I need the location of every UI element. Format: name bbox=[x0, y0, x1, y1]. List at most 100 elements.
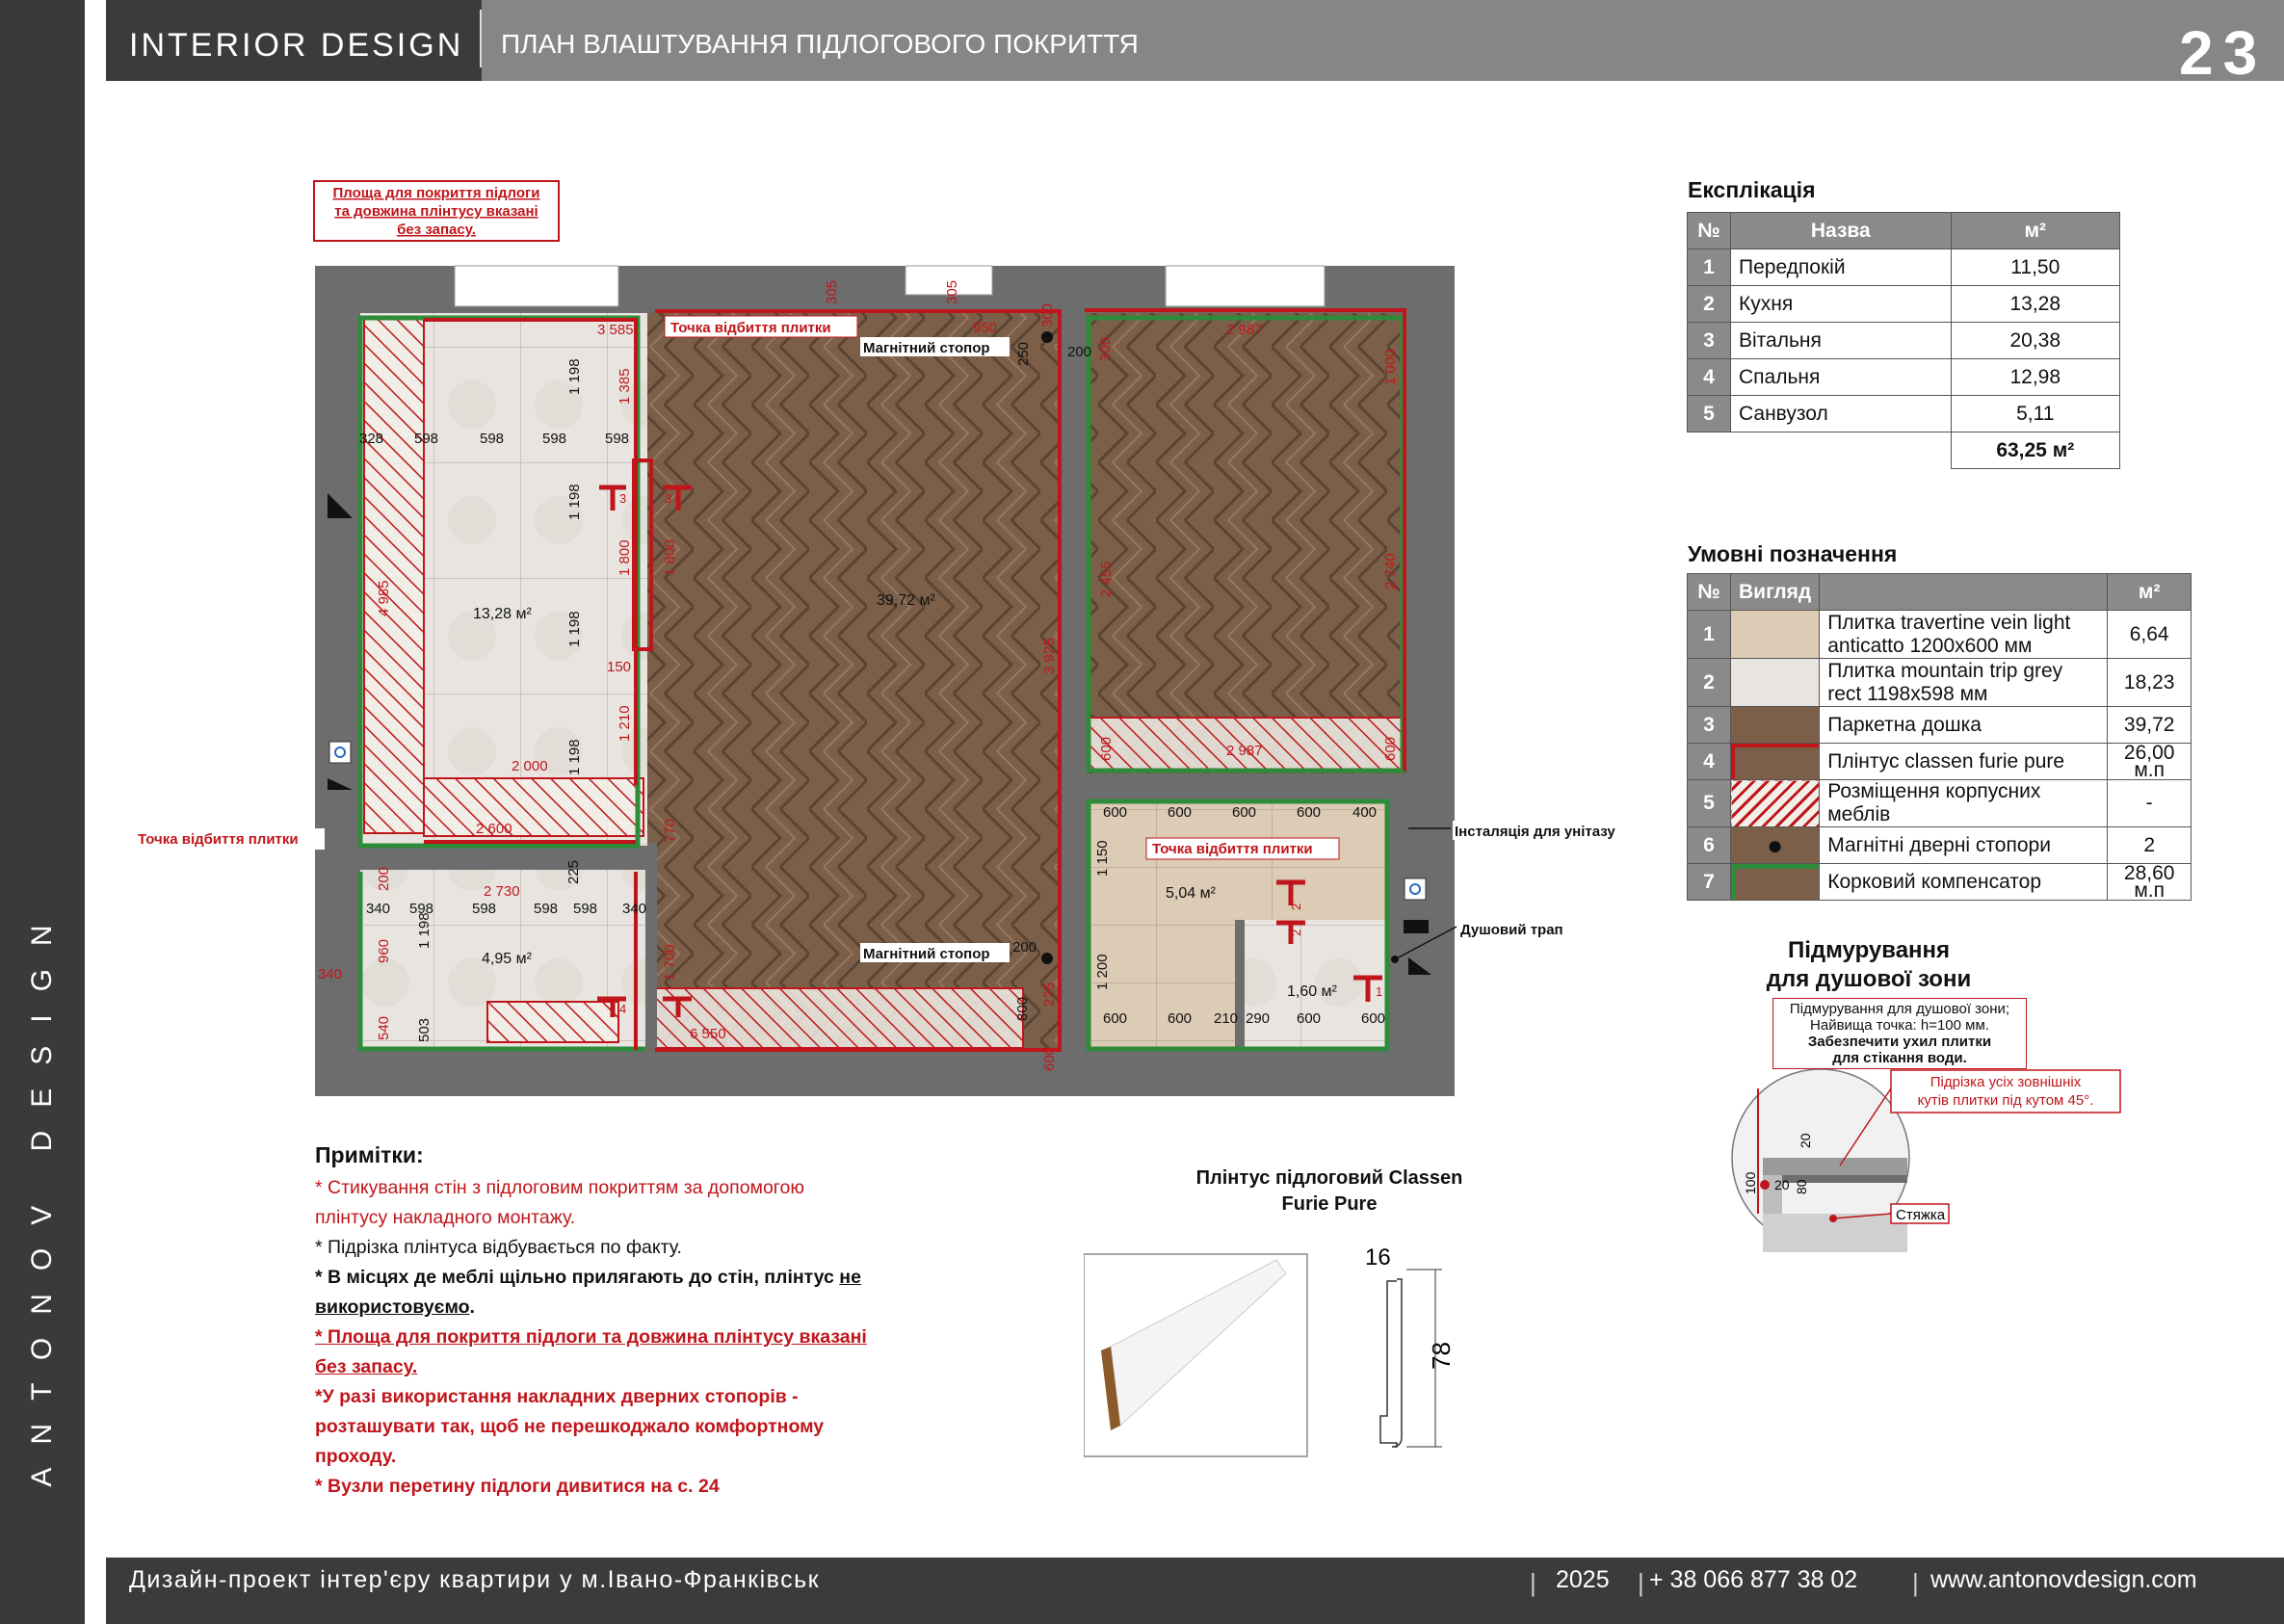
footer-year: 2025 bbox=[1556, 1566, 1610, 1593]
dim-label: 300 bbox=[1039, 303, 1056, 327]
dim-label: 600 bbox=[1382, 737, 1399, 761]
area-label: 1,60 м² bbox=[1287, 983, 1338, 1000]
dim-label: 2 730 bbox=[484, 883, 520, 900]
notes-title: Примітки: bbox=[315, 1142, 424, 1167]
interior-wall bbox=[1063, 771, 1087, 1050]
plinth-title: Плінтус підлоговий Classen Furie Pure bbox=[1195, 1167, 1463, 1215]
dim-label: 800 bbox=[1014, 997, 1031, 1021]
svg-text:20: 20 bbox=[1798, 1133, 1813, 1148]
col-view: Вигляд bbox=[1729, 573, 1821, 611]
window bbox=[454, 265, 619, 307]
dim-label: 4 985 bbox=[376, 580, 392, 616]
col-value: м² bbox=[2107, 573, 2192, 611]
legend-table: № Вигляд м² 1 Плитка travertine vein ligh… bbox=[1687, 573, 2192, 901]
cork-swatch bbox=[1729, 863, 1821, 901]
col-name: Назва bbox=[1730, 212, 1952, 249]
dim-label: 3 925 bbox=[1041, 638, 1058, 674]
tile-point-label: Точка відбиття плитки bbox=[1152, 841, 1313, 857]
dim-label: 340 bbox=[318, 966, 342, 982]
furniture-zone bbox=[423, 777, 644, 837]
area-label: 4,95 м² bbox=[482, 951, 533, 967]
explication-table: № Назва м² 1 Передпокій 11,50 2 Кухня 13,28 … bbox=[1687, 212, 2121, 469]
dim-label: 598 bbox=[414, 431, 438, 447]
dim-label: 328 bbox=[359, 431, 383, 447]
dim-label: 290 bbox=[1246, 1010, 1270, 1027]
dim-label: 340 bbox=[622, 901, 646, 917]
footer-project: Дизайн-проект інтер'єру квартири у м.Іва… bbox=[129, 1566, 821, 1593]
travertine-swatch bbox=[1729, 610, 1821, 659]
plinth-height: 78 bbox=[1427, 1342, 1456, 1370]
dim-label: 1 198 bbox=[566, 611, 583, 647]
dim-label: 2 600 bbox=[476, 821, 512, 837]
tile-point-label: Точка відбиття плитки bbox=[138, 831, 299, 848]
dim-label: 1 198 bbox=[416, 912, 433, 949]
table-row: 3 Вітальня 20,38 bbox=[1687, 322, 2121, 359]
table-total-row: 63,25 м² bbox=[1688, 432, 2121, 469]
stopper-swatch: ● bbox=[1729, 826, 1821, 864]
col-number: № bbox=[1687, 212, 1731, 249]
table-row: 1 Плитка travertine vein light anticatto … bbox=[1687, 610, 2192, 659]
dim-label: 200 bbox=[376, 867, 392, 891]
interior-wall bbox=[1235, 920, 1245, 1049]
dim-label: 598 bbox=[542, 431, 566, 447]
table-row: 1 Передпокій 11,50 bbox=[1687, 249, 2121, 286]
dim-label: 600 bbox=[1041, 1047, 1058, 1071]
dim-label: 1 000 bbox=[1382, 349, 1399, 385]
svg-text:80: 80 bbox=[1794, 1179, 1809, 1194]
dim-label: 598 bbox=[480, 431, 504, 447]
dim-label: 598 bbox=[534, 901, 558, 917]
hatch-swatch bbox=[1729, 779, 1821, 827]
socket-icon bbox=[1404, 877, 1427, 901]
dim-label: 503 bbox=[416, 1018, 433, 1042]
table-row: 2 Плитка mountain trip grey rect 1198х598… bbox=[1687, 658, 2192, 707]
dim-label: 305 bbox=[824, 280, 840, 304]
svg-text:без запасу.: без запасу. bbox=[397, 222, 476, 238]
tile-point-label: Точка відбиття плитки bbox=[670, 320, 831, 336]
dim-label: 600 bbox=[1297, 804, 1321, 821]
dim-label: 960 bbox=[376, 939, 392, 963]
dim-label: 600 bbox=[1098, 737, 1115, 761]
marker-number: 3 bbox=[665, 491, 671, 506]
dim-label: 225 bbox=[1041, 982, 1058, 1007]
dim-label: 950 bbox=[973, 320, 997, 336]
furniture-zone bbox=[486, 1001, 619, 1043]
dim-label: 600 bbox=[1168, 804, 1192, 821]
dim-label: 600 bbox=[1297, 1010, 1321, 1027]
explication-total: 63,25 м² bbox=[1950, 432, 2121, 469]
stopper-icon bbox=[1041, 331, 1053, 343]
table-row: 4 Спальня 12,98 bbox=[1687, 358, 2121, 396]
magnet-label: Магнітний стопор bbox=[863, 340, 990, 356]
col-area: м² bbox=[1950, 212, 2121, 249]
marker-number: 2 bbox=[1289, 904, 1303, 910]
dim-label: 1 700 bbox=[662, 944, 678, 981]
dim-label: 340 bbox=[366, 901, 390, 917]
dim-label: 2 987 bbox=[1226, 322, 1263, 338]
svg-text:та довжина плінтусу вказані: та довжина плінтусу вказані bbox=[334, 203, 538, 220]
dim-label: 600 bbox=[1232, 804, 1256, 821]
area-label: 5,04 м² bbox=[1166, 885, 1217, 902]
screed-label: Стяжка bbox=[1896, 1207, 1946, 1223]
dim-label: 600 bbox=[1103, 1010, 1127, 1027]
cut-note: кутів плитки під кутом 45°. bbox=[1918, 1092, 2094, 1109]
dim-label: 1 198 bbox=[566, 484, 583, 520]
footer-separator: | bbox=[1912, 1568, 1919, 1597]
dim-label: 598 bbox=[573, 901, 597, 917]
plinth-drawing: 16 78 bbox=[1084, 1244, 1456, 1457]
marker-number: 2 bbox=[1289, 930, 1303, 936]
dim-label: 770 bbox=[662, 819, 678, 843]
table-row: 7 Корковий компенсатор 28,60 м.п bbox=[1687, 863, 2192, 901]
parquet-swatch bbox=[1729, 706, 1821, 744]
shower-detail-title: Підмурування для душової зони bbox=[1766, 937, 1972, 992]
area-label: 39,72 м² bbox=[877, 592, 935, 609]
footer-separator: | bbox=[1638, 1568, 1644, 1597]
dim-label: 1 800 bbox=[617, 539, 633, 576]
dim-label: 250 bbox=[1015, 342, 1032, 366]
footer-website-link[interactable]: www.antonovdesign.com bbox=[1930, 1566, 2197, 1594]
dim-label: 2 000 bbox=[512, 758, 548, 774]
table-row: 2 Кухня 13,28 bbox=[1687, 285, 2121, 323]
interior-wall bbox=[1085, 773, 1406, 799]
table-row: 5 Розміщення корпусних меблів - bbox=[1687, 779, 2192, 827]
col-number: № bbox=[1687, 573, 1731, 611]
dim-label: 598 bbox=[605, 431, 629, 447]
furniture-zone bbox=[363, 317, 425, 834]
